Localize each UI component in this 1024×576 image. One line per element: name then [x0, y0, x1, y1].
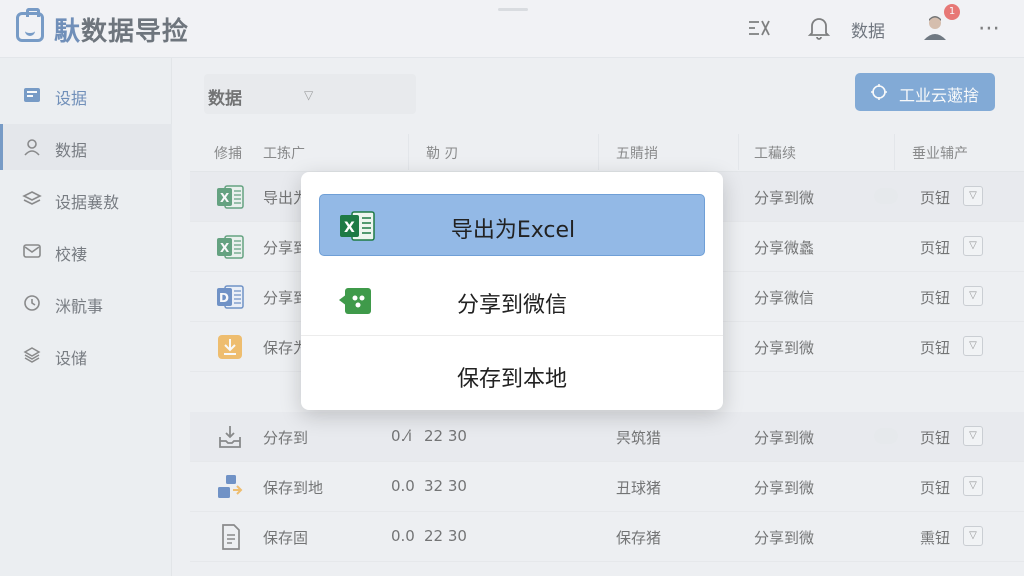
option-label: 分享到微信 [456, 293, 567, 318]
option-label: 导出为Excel [450, 218, 576, 243]
share-wechat-option[interactable]: 分享到微信 [319, 270, 705, 332]
export-menu-popup: X 导出为Excel 分享到微信 保存到本地 [301, 172, 723, 410]
menu-divider [301, 335, 723, 336]
option-label: 保存到本地 [456, 367, 567, 392]
save-local-option[interactable]: 保存到本地 [319, 344, 705, 406]
export-excel-option[interactable]: X 导出为Excel [319, 194, 705, 256]
